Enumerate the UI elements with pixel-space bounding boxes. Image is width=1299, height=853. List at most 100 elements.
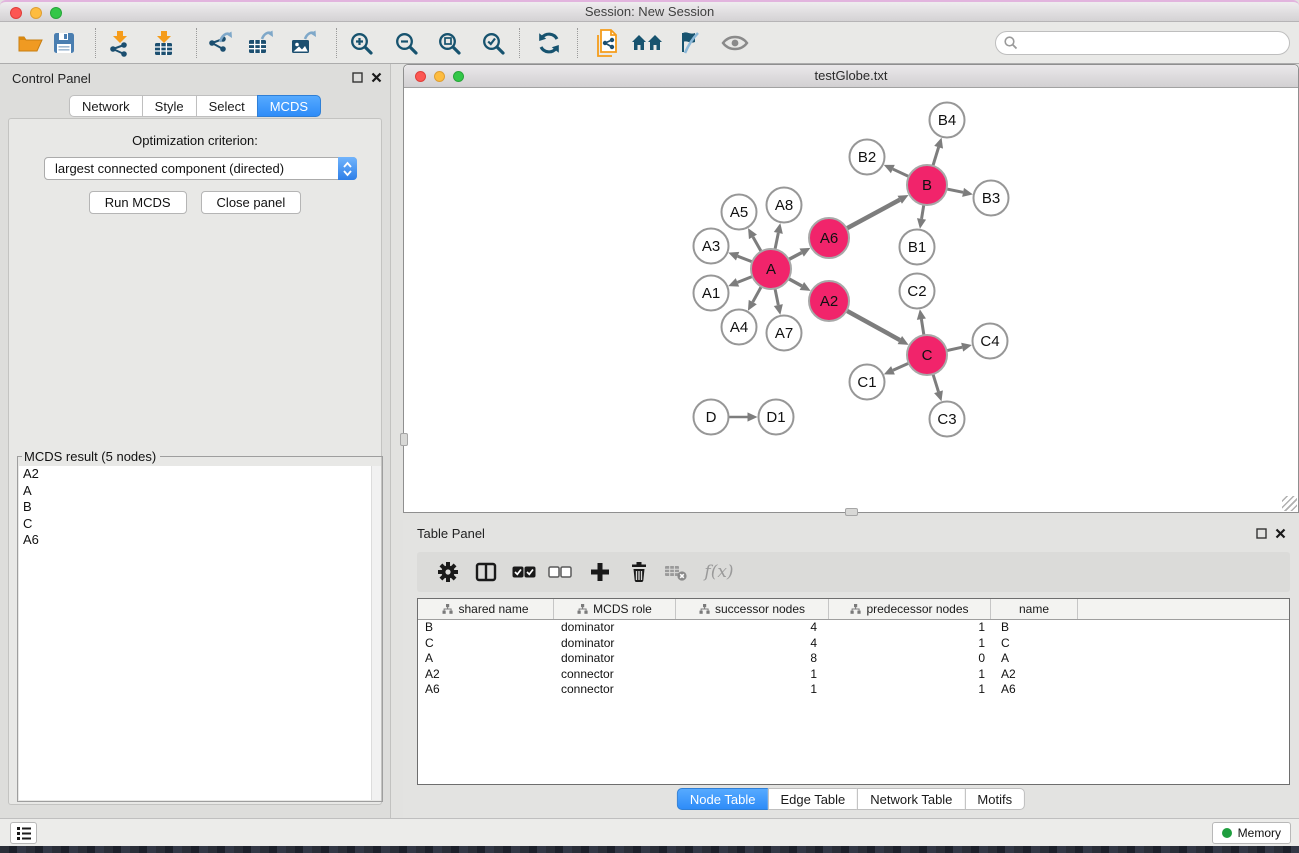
add-column-button[interactable]	[583, 552, 617, 592]
table-cell[interactable]: dominator	[554, 651, 676, 667]
mcds-result-list[interactable]: A2ABCA6	[19, 466, 371, 800]
table-row[interactable]: A2connector11A2	[418, 667, 1289, 683]
table-cell[interactable]: 1	[829, 620, 991, 636]
table-cell[interactable]: 1	[676, 682, 829, 698]
tab-style[interactable]: Style	[142, 95, 197, 117]
close-window-button[interactable]	[10, 7, 22, 19]
tab-network-table[interactable]: Network Table	[857, 788, 965, 810]
table-cell[interactable]: 1	[829, 682, 991, 698]
table-row[interactable]: Bdominator41B	[418, 620, 1289, 636]
export-table-button[interactable]	[242, 26, 278, 60]
export-image-button[interactable]	[285, 26, 321, 60]
deselect-all-rows-button[interactable]	[543, 552, 577, 592]
column-header-successor-nodes[interactable]: successor nodes	[676, 599, 829, 619]
table-cell[interactable]: A2	[418, 667, 554, 683]
close-panel-button[interactable]: Close panel	[201, 191, 302, 214]
table-cell[interactable]: connector	[554, 682, 676, 698]
table-cell[interactable]: 8	[676, 651, 829, 667]
apply-layout-button[interactable]	[531, 26, 567, 60]
hide-graphics-details-button[interactable]	[672, 26, 708, 60]
result-item[interactable]: A2	[19, 466, 371, 483]
table-cell[interactable]: 4	[676, 636, 829, 652]
column-header-label: MCDS role	[593, 602, 652, 616]
tab-node-table[interactable]: Node Table	[677, 788, 769, 810]
table-cell[interactable]: dominator	[554, 636, 676, 652]
tab-edge-table[interactable]: Edge Table	[767, 788, 858, 810]
table-cell[interactable]: 1	[829, 667, 991, 683]
resize-grip-icon[interactable]	[1282, 496, 1297, 511]
import-network-button[interactable]	[102, 26, 138, 60]
float-panel-icon[interactable]	[352, 72, 363, 83]
table-cell[interactable]: A	[991, 651, 1078, 667]
table-row[interactable]: A6connector11A6	[418, 682, 1289, 698]
delete-table-button[interactable]	[659, 552, 693, 592]
float-table-panel-icon[interactable]	[1256, 528, 1267, 539]
new-network-from-selection-button[interactable]	[589, 26, 625, 60]
result-item[interactable]: A6	[19, 532, 371, 549]
table-cell[interactable]: A6	[991, 682, 1078, 698]
network-minimize-button[interactable]	[434, 71, 445, 82]
table-cell[interactable]: 0	[829, 651, 991, 667]
column-header-predecessor-nodes[interactable]: predecessor nodes	[829, 599, 991, 619]
open-session-button[interactable]	[12, 26, 48, 60]
network-window-titlebar[interactable]: testGlobe.txt	[404, 65, 1298, 88]
bottom-edge-handle[interactable]	[845, 508, 858, 516]
column-header-shared-name[interactable]: shared name	[418, 599, 554, 619]
tab-network[interactable]: Network	[69, 95, 143, 117]
tab-motifs[interactable]: Motifs	[964, 788, 1025, 810]
search-box[interactable]	[995, 31, 1290, 55]
network-canvas[interactable]: B4B2BB3A5A8A6B1A3AC2A1A2A4A7C4CC1DD1C3	[404, 88, 1298, 512]
zoom-fit-button[interactable]	[431, 26, 467, 60]
table-cell[interactable]: A2	[991, 667, 1078, 683]
result-item[interactable]: C	[19, 516, 371, 533]
zoom-selected-button[interactable]	[475, 26, 511, 60]
network-close-button[interactable]	[415, 71, 426, 82]
zoom-in-button[interactable]	[343, 26, 379, 60]
table-cell[interactable]: B	[991, 620, 1078, 636]
close-table-panel-icon[interactable]	[1275, 528, 1286, 539]
table-cell[interactable]: C	[418, 636, 554, 652]
close-panel-icon[interactable]	[371, 72, 382, 83]
tab-mcds[interactable]: MCDS	[257, 95, 321, 117]
save-session-button[interactable]	[46, 26, 82, 60]
minimize-window-button[interactable]	[30, 7, 42, 19]
zoom-out-icon	[394, 31, 419, 56]
table-cell[interactable]: 4	[676, 620, 829, 636]
result-scrollbar[interactable]	[371, 466, 381, 800]
flag-slash-icon	[677, 30, 703, 56]
show-graphics-details-button[interactable]	[717, 26, 753, 60]
table-cell[interactable]: 1	[829, 636, 991, 652]
home-button[interactable]	[629, 26, 665, 60]
criterion-dropdown[interactable]: largest connected component (directed)	[44, 157, 357, 180]
zoom-out-button[interactable]	[388, 26, 424, 60]
network-zoom-button[interactable]	[453, 71, 464, 82]
select-all-rows-button[interactable]	[507, 552, 541, 592]
eye-icon	[721, 34, 749, 52]
table-cell[interactable]: dominator	[554, 620, 676, 636]
table-cell[interactable]: C	[991, 636, 1078, 652]
import-table-button[interactable]	[146, 26, 182, 60]
left-edge-handle[interactable]	[400, 433, 408, 446]
column-header-mcds-role[interactable]: MCDS role	[554, 599, 676, 619]
table-cell[interactable]: 1	[676, 667, 829, 683]
table-cell[interactable]: B	[418, 620, 554, 636]
memory-button[interactable]: Memory	[1212, 822, 1291, 844]
delete-columns-button[interactable]	[622, 552, 656, 592]
column-header-name[interactable]: name	[991, 599, 1078, 619]
table-row[interactable]: Adominator80A	[418, 651, 1289, 667]
result-item[interactable]: B	[19, 499, 371, 516]
export-network-button[interactable]	[201, 26, 237, 60]
table-cell[interactable]: A6	[418, 682, 554, 698]
search-input[interactable]	[1019, 34, 1289, 52]
run-mcds-button[interactable]: Run MCDS	[89, 191, 187, 214]
table-cell[interactable]: connector	[554, 667, 676, 683]
task-history-button[interactable]	[10, 822, 37, 844]
result-item[interactable]: A	[19, 483, 371, 500]
zoom-window-button[interactable]	[50, 7, 62, 19]
show-columns-button[interactable]	[469, 552, 503, 592]
table-settings-button[interactable]	[431, 552, 465, 592]
table-cell[interactable]: A	[418, 651, 554, 667]
function-builder-button[interactable]: f(x)	[697, 552, 741, 592]
table-row[interactable]: Cdominator41C	[418, 636, 1289, 652]
tab-select[interactable]: Select	[196, 95, 258, 117]
